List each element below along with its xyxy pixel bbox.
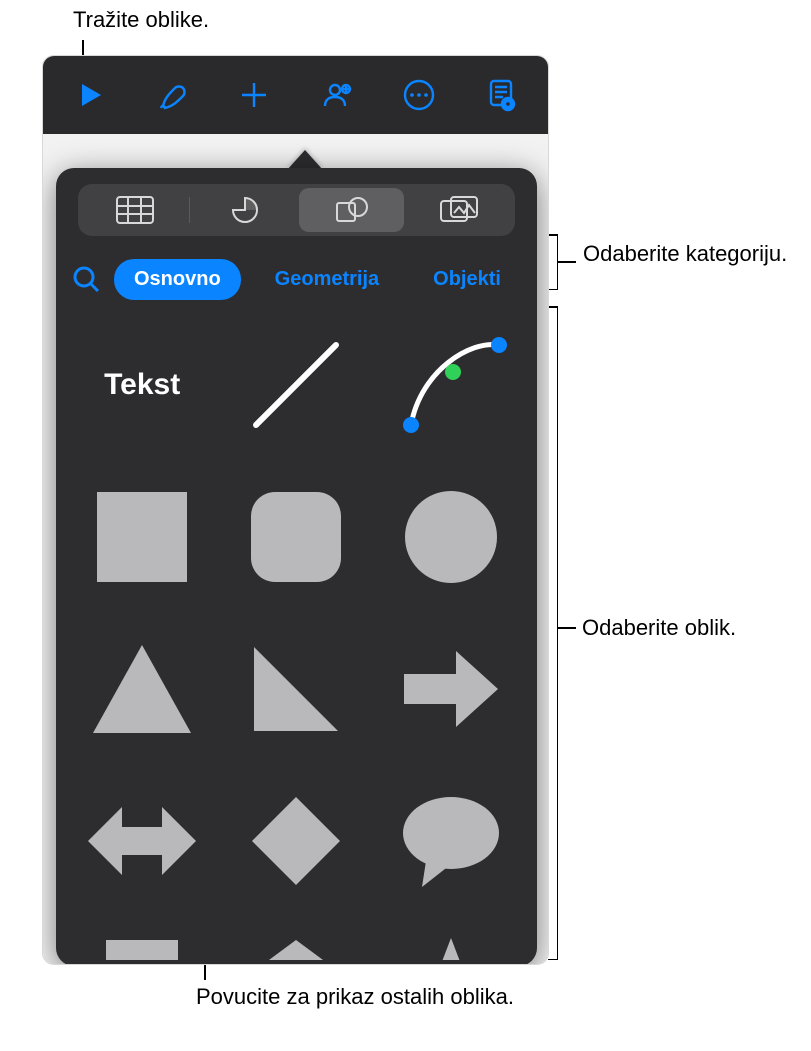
search-icon[interactable] [72,262,100,296]
shape-pentagon[interactable] [234,934,358,960]
view-document-icon[interactable] [471,65,531,125]
shape-right-triangle[interactable] [234,630,358,748]
segment-table[interactable] [82,188,187,232]
play-icon[interactable] [60,65,120,125]
bracket-shape [557,306,558,960]
callout-shape: Odaberite oblik. [582,613,736,643]
shape-circle[interactable] [389,478,513,596]
shape-arrow-right[interactable] [389,630,513,748]
callout-search: Tražite oblike. [73,5,209,35]
shape-text-label: Tekst [104,368,180,402]
shape-arrow-double[interactable] [80,782,204,900]
callout-drag: Povucite za prikaz ostalih oblika. [196,982,514,1012]
popover-arrow [287,150,323,170]
category-geometrija[interactable]: Geometrija [255,259,399,300]
main-toolbar [43,56,548,134]
category-row: Osnovno Geometrija Objekti Ž [56,246,537,312]
collaborate-icon[interactable] [307,65,367,125]
callout-category: Odaberite kategoriju. [583,239,787,269]
shape-triangle[interactable] [80,630,204,748]
bracket-h-shape [558,627,576,629]
segment-media[interactable] [406,188,511,232]
shape-square[interactable] [80,478,204,596]
shapes-scroll[interactable]: Tekst [56,312,537,960]
category-osnovno[interactable]: Osnovno [114,259,241,300]
insert-type-segment [78,184,515,236]
shape-line[interactable] [234,326,358,444]
shape-arrow-block-down[interactable] [80,934,204,960]
shape-rounded-square[interactable] [234,478,358,596]
shape-diamond[interactable] [234,782,358,900]
format-brush-icon[interactable] [142,65,202,125]
add-icon[interactable] [224,65,284,125]
category-next-partial[interactable]: Ž [535,259,537,300]
shape-text[interactable]: Tekst [80,326,204,444]
insert-popover: Osnovno Geometrija Objekti Ž Tekst [56,168,537,965]
shape-speech-bubble[interactable] [389,782,513,900]
category-objekti[interactable]: Objekti [413,259,521,300]
bracket-h-category [558,261,576,263]
more-icon[interactable] [389,65,449,125]
segment-chart[interactable] [192,188,297,232]
segment-shape[interactable] [299,188,404,232]
shape-pen-curve[interactable] [389,326,513,444]
shapes-grid: Tekst [80,326,513,960]
shape-star[interactable] [389,934,513,960]
app-window: Osnovno Geometrija Objekti Ž Tekst [42,55,549,965]
pop-area: Osnovno Geometrija Objekti Ž Tekst [43,134,548,964]
